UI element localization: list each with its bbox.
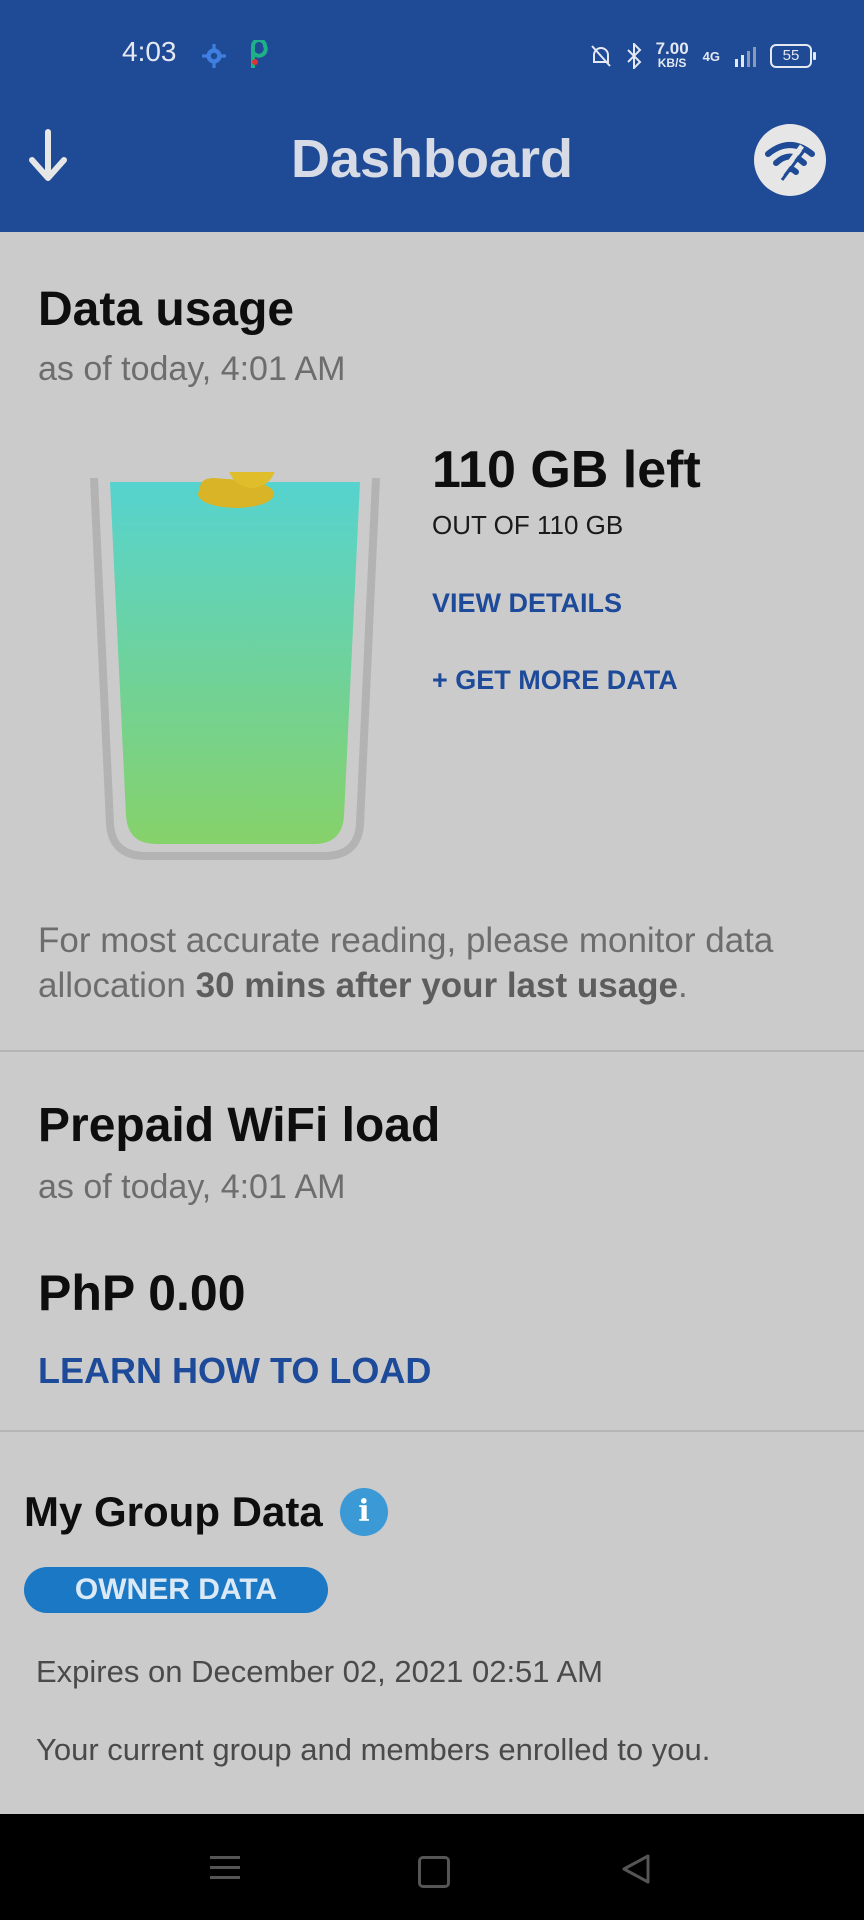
card-divider xyxy=(0,1430,864,1432)
page-title: Dashboard xyxy=(290,129,574,189)
back-icon[interactable] xyxy=(620,1852,654,1886)
status-icons: 7.00 KB/S 4G 55 xyxy=(590,38,816,74)
group-expiry: Expires on December 02, 2021 02:51 AM xyxy=(36,1654,603,1689)
note-end: . xyxy=(678,966,688,1005)
info-icon[interactable]: i xyxy=(340,1488,388,1536)
data-usage-timestamp: as of today, 4:01 AM xyxy=(38,350,346,388)
view-details-link[interactable]: VIEW DETAILS xyxy=(432,588,622,619)
data-total: OUT OF 110 GB xyxy=(432,510,624,540)
wifi-button[interactable] xyxy=(754,124,826,196)
learn-how-to-load-link[interactable]: LEARN HOW TO LOAD xyxy=(38,1350,431,1392)
menu-icon[interactable] xyxy=(210,1854,240,1882)
status-time: 4:03 xyxy=(122,36,177,67)
water-fill xyxy=(110,482,360,844)
prepaid-title: Prepaid WiFi load xyxy=(38,1099,441,1152)
card-divider xyxy=(0,1050,864,1052)
settings-gear-icon xyxy=(202,44,226,68)
prepaid-timestamp: as of today, 4:01 AM xyxy=(38,1168,346,1206)
app-notification-icon xyxy=(251,40,268,68)
get-more-data-link[interactable]: + GET MORE DATA xyxy=(432,665,678,696)
mute-bell-icon xyxy=(590,45,611,67)
bluetooth-icon xyxy=(626,43,641,69)
data-remaining: 110 GB left xyxy=(432,441,701,499)
data-usage-title: Data usage xyxy=(38,283,295,336)
accuracy-note: For most accurate reading, please monito… xyxy=(38,918,838,1008)
app-header: 4:03 7.00 KB/S 4G 55 Dashboard xyxy=(0,0,864,232)
group-data-title: My Group Data xyxy=(24,1488,323,1535)
owner-data-badge[interactable]: OWNER DATA xyxy=(24,1567,328,1613)
group-description: Your current group and members enrolled … xyxy=(36,1732,711,1767)
battery-icon: 55 xyxy=(770,44,816,68)
prepaid-balance: PhP 0.00 xyxy=(38,1265,246,1321)
note-emphasis: 30 mins after your last usage xyxy=(195,966,679,1005)
wifi-broken-icon xyxy=(765,142,815,181)
home-icon[interactable] xyxy=(418,1856,450,1888)
signal-icon xyxy=(735,47,756,67)
network-speed: 7.00 KB/S xyxy=(655,39,689,70)
network-type: 4G xyxy=(702,48,720,64)
data-glass-illustration xyxy=(90,472,380,860)
